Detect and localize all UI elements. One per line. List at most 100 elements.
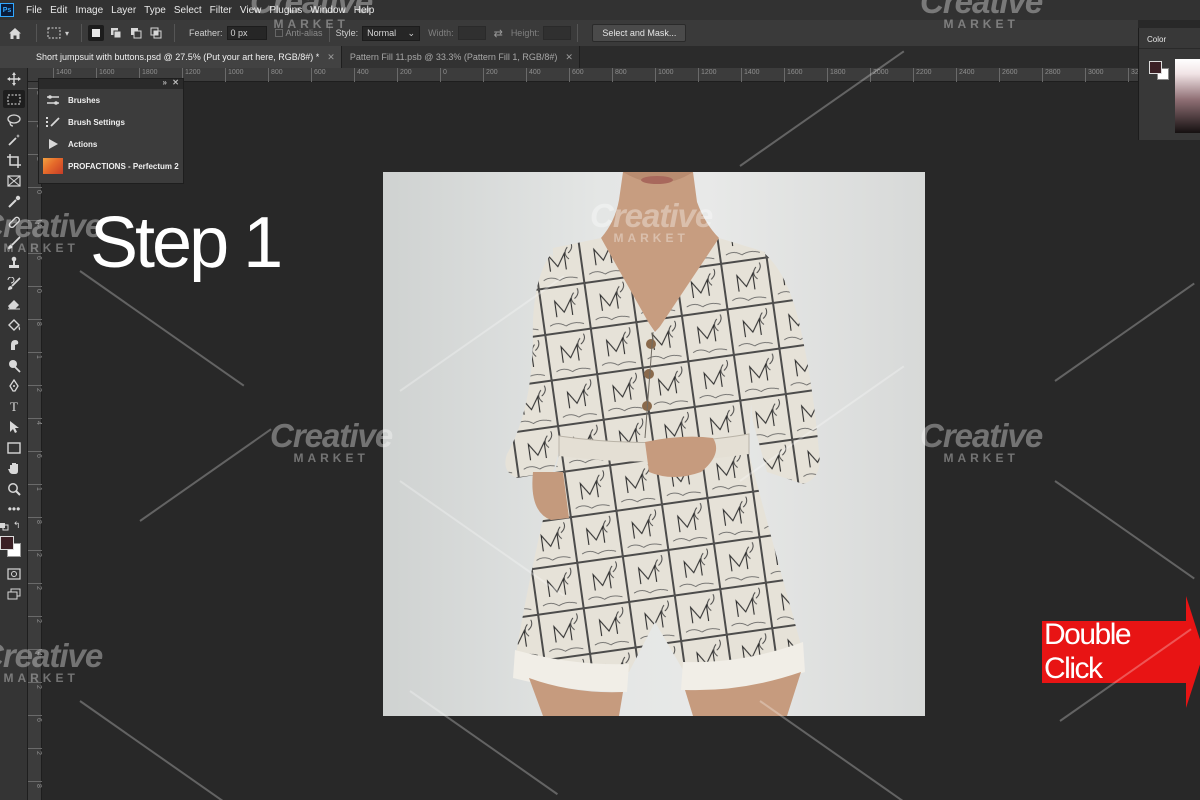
intersect-selection-icon[interactable]	[148, 25, 164, 41]
quick-mask-icon[interactable]	[3, 565, 25, 583]
marquee-tool-preset-icon[interactable]	[43, 25, 65, 41]
anti-alias-checkbox[interactable]: Anti-alias	[274, 28, 323, 38]
foreground-color-swatch[interactable]	[0, 536, 14, 550]
select-and-mask-button[interactable]: Select and Mask...	[592, 24, 687, 42]
paint-bucket-tool-icon[interactable]	[3, 316, 25, 334]
ruler-tick-label: 2200	[913, 68, 932, 82]
add-to-selection-icon[interactable]	[108, 25, 124, 41]
ruler-tick-label: 2000	[870, 68, 889, 82]
close-icon[interactable]: ✕	[172, 78, 179, 87]
type-tool-icon[interactable]: T	[3, 398, 25, 416]
frame-tool-icon[interactable]	[3, 172, 25, 190]
menu-type[interactable]: Type	[140, 5, 170, 16]
more-tools-icon[interactable]: •••	[3, 500, 25, 518]
panel-item-profactions[interactable]: PROFACTIONS - Perfectum 2	[39, 155, 183, 177]
divider	[36, 24, 37, 42]
height-input[interactable]	[543, 26, 572, 40]
rectangular-marquee-tool-icon[interactable]	[3, 90, 25, 108]
pen-tool-icon[interactable]	[3, 377, 25, 395]
menu-help[interactable]: Help	[350, 5, 379, 16]
photoshop-logo-icon[interactable]: Ps	[0, 3, 14, 17]
creative-market-watermark: CreativeMARKET	[920, 419, 1043, 464]
crop-tool-icon[interactable]	[3, 152, 25, 170]
magic-wand-tool-icon[interactable]	[3, 131, 25, 149]
panel-item-brushes[interactable]: Brushes	[39, 89, 183, 111]
step-label: Step 1	[90, 203, 283, 283]
ruler-tick-label: 0	[440, 68, 447, 82]
menu-file[interactable]: File	[22, 5, 46, 16]
hand-tool-icon[interactable]	[3, 459, 25, 477]
ruler-tick-label: 1600	[784, 68, 803, 82]
document-canvas[interactable]	[383, 172, 925, 716]
panel-header[interactable]: » ✕	[39, 78, 183, 89]
collapse-icon[interactable]: »	[163, 78, 167, 87]
menu-edit[interactable]: Edit	[46, 5, 71, 16]
default-colors-icon[interactable]	[0, 521, 10, 531]
subtract-from-selection-icon[interactable]	[128, 25, 144, 41]
panel-item-brush-settings[interactable]: Brush Settings	[39, 111, 183, 133]
ruler-tick-label: 400	[526, 68, 541, 82]
menu-layer[interactable]: Layer	[107, 5, 140, 16]
vertical-ruler[interactable]: 2020460812461822242628	[28, 82, 42, 800]
dodge-tool-icon[interactable]	[3, 357, 25, 375]
close-icon[interactable]: ✕	[565, 52, 573, 63]
double-click-callout: Double Click	[1042, 618, 1190, 685]
foreground-color-swatch[interactable]	[1149, 61, 1162, 74]
brush-tool-icon[interactable]	[3, 234, 25, 252]
chevron-down-icon[interactable]: ▾	[65, 29, 69, 38]
ruler-tick-label: 6	[28, 253, 42, 260]
panel-item-label: Actions	[68, 139, 98, 149]
menu-select[interactable]: Select	[170, 5, 206, 16]
history-brush-tool-icon[interactable]	[3, 275, 25, 293]
style-label: Style:	[335, 28, 359, 38]
width-input[interactable]	[457, 26, 486, 40]
menu-filter[interactable]: Filter	[206, 5, 236, 16]
home-icon[interactable]	[0, 20, 30, 46]
move-tool-icon[interactable]	[3, 70, 25, 88]
menu-view[interactable]: View	[236, 5, 266, 16]
clone-stamp-tool-icon[interactable]	[3, 254, 25, 272]
divider	[81, 24, 83, 42]
color-picker-field[interactable]	[1175, 59, 1200, 133]
tab-pattern-fill[interactable]: Pattern Fill 11.psb @ 33.3% (Pattern Fil…	[341, 46, 580, 68]
zoom-tool-icon[interactable]	[3, 480, 25, 498]
style-select[interactable]: Normal ⌄	[362, 25, 421, 41]
healing-brush-tool-icon[interactable]	[3, 213, 25, 231]
new-selection-icon[interactable]	[88, 25, 105, 41]
tab-short-jumpsuit[interactable]: Short jumpsuit with buttons.psd @ 27.5% …	[0, 46, 342, 68]
ruler-tick-label: 1200	[698, 68, 717, 82]
watermark-stroke	[1054, 282, 1195, 382]
feather-input[interactable]: 0 px	[226, 26, 267, 40]
close-icon[interactable]: ✕	[327, 52, 335, 63]
tab-label: Short jumpsuit with buttons.psd @ 27.5% …	[36, 52, 320, 62]
swap-colors-icon[interactable]: ↰	[13, 520, 21, 531]
options-bar: ▾ Feather: 0 px Anti-alias Style: Normal…	[0, 20, 1138, 46]
divider	[577, 24, 579, 42]
eyedropper-tool-icon[interactable]	[3, 193, 25, 211]
panel-item-actions[interactable]: Actions	[39, 133, 183, 155]
chevron-down-icon: ⌄	[407, 27, 416, 38]
panel-item-label: PROFACTIONS - Perfectum 2	[68, 161, 179, 171]
creative-market-watermark: CreativeMARKET	[270, 419, 393, 464]
ruler-tick-label: 2	[28, 550, 42, 557]
smudge-tool-icon[interactable]	[3, 336, 25, 354]
ruler-tick-label: 8	[28, 517, 42, 524]
horizontal-ruler[interactable]: 1400 1600 1800 1200 1000 800 600 400 200 0 200 400 6…	[28, 68, 1147, 82]
menu-image[interactable]: Image	[71, 5, 107, 16]
swap-width-height-icon[interactable]: ⇄	[494, 27, 503, 40]
ruler-tick-label: 1000	[655, 68, 674, 82]
path-selection-tool-icon[interactable]	[3, 418, 25, 436]
color-panel-title[interactable]: Color	[1147, 35, 1166, 44]
ruler-tick-label: 1200	[182, 68, 201, 82]
lasso-tool-icon[interactable]	[3, 111, 25, 129]
ruler-tick-label: 2	[28, 385, 42, 392]
menu-window[interactable]: Window	[306, 5, 350, 16]
ruler-tick-label: 6	[28, 715, 42, 722]
ruler-tick-label: 200	[397, 68, 412, 82]
menu-plugins[interactable]: Plugins	[265, 5, 306, 16]
screen-mode-icon[interactable]	[3, 585, 25, 603]
tools-panel: T ••• ↰	[0, 68, 28, 800]
ruler-tick-label: 2400	[956, 68, 975, 82]
eraser-tool-icon[interactable]	[3, 295, 25, 313]
rectangle-tool-icon[interactable]	[3, 439, 25, 457]
